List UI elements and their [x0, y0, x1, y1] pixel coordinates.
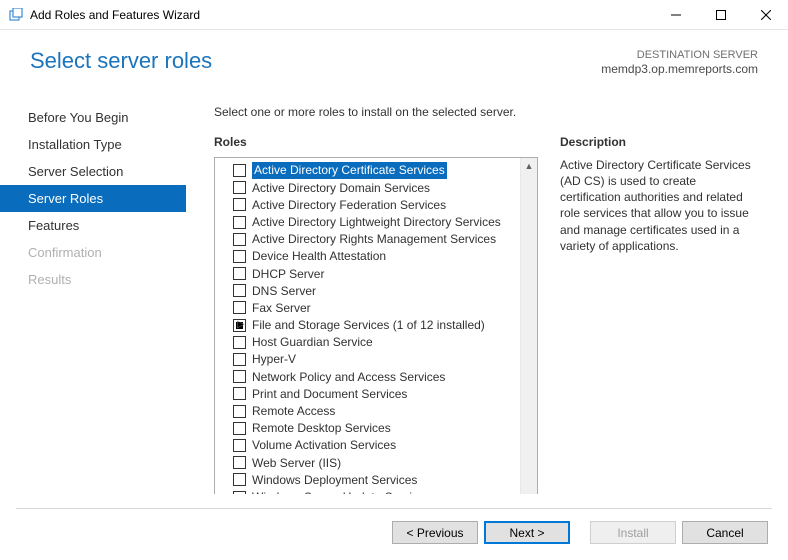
app-icon — [8, 7, 24, 23]
scroll-up-icon[interactable]: ▲ — [521, 158, 537, 175]
wizard-nav: Before You BeginInstallation TypeServer … — [0, 84, 186, 494]
role-label: Active Directory Domain Services — [252, 180, 430, 196]
role-label: Volume Activation Services — [252, 437, 396, 453]
role-item[interactable]: Web Server (IIS) — [233, 454, 520, 471]
role-checkbox[interactable] — [233, 198, 246, 211]
role-item[interactable]: ▷ File and Storage Services (1 of 12 inst… — [233, 317, 520, 334]
role-label: DNS Server — [252, 283, 316, 299]
role-checkbox[interactable] — [233, 456, 246, 469]
nav-item[interactable]: Server Selection — [0, 158, 186, 185]
title-bar: Add Roles and Features Wizard — [0, 0, 788, 30]
instruction-text: Select one or more roles to install on t… — [214, 105, 760, 119]
window-title: Add Roles and Features Wizard — [30, 8, 653, 22]
description-column: Description Active Directory Certificate… — [560, 135, 760, 494]
destination-info: DESTINATION SERVER memdp3.op.memreports.… — [601, 48, 758, 78]
role-label: Remote Desktop Services — [252, 420, 391, 436]
page-title: Select server roles — [30, 48, 212, 74]
role-label: Active Directory Lightweight Directory S… — [252, 214, 501, 230]
role-item[interactable]: Active Directory Federation Services — [233, 196, 520, 213]
nav-item[interactable]: Features — [0, 212, 186, 239]
minimize-button[interactable] — [653, 0, 698, 29]
role-label: Active Directory Rights Management Servi… — [252, 231, 496, 247]
role-checkbox[interactable] — [233, 422, 246, 435]
expand-icon[interactable]: ▷ — [237, 318, 245, 332]
description-header: Description — [560, 135, 760, 149]
role-checkbox[interactable] — [233, 491, 246, 494]
role-checkbox[interactable] — [233, 473, 246, 486]
roles-listbox[interactable]: Active Directory Certificate Services Act… — [214, 157, 538, 494]
role-checkbox[interactable] — [233, 164, 246, 177]
role-item[interactable]: Active Directory Lightweight Directory S… — [233, 213, 520, 230]
role-item[interactable]: Volume Activation Services — [233, 437, 520, 454]
role-item[interactable]: Hyper-V — [233, 351, 520, 368]
role-checkbox[interactable] — [233, 336, 246, 349]
role-checkbox[interactable] — [233, 267, 246, 280]
role-label: Remote Access — [252, 403, 335, 419]
destination-server: memdp3.op.memreports.com — [601, 62, 758, 78]
role-item[interactable]: DNS Server — [233, 282, 520, 299]
role-checkbox[interactable] — [233, 439, 246, 452]
role-label: Web Server (IIS) — [252, 455, 341, 471]
role-label: Windows Server Update Services — [252, 489, 431, 494]
role-item[interactable]: Active Directory Certificate Services — [233, 162, 520, 179]
roles-header: Roles — [214, 135, 538, 149]
wizard-footer: < Previous Next > Install Cancel — [16, 508, 772, 560]
wizard-body: Before You BeginInstallation TypeServer … — [0, 84, 788, 494]
role-label: Active Directory Federation Services — [252, 197, 446, 213]
role-label: Host Guardian Service — [252, 334, 373, 350]
scrollbar[interactable]: ▲ ▼ — [520, 158, 537, 494]
role-item[interactable]: Windows Server Update Services — [233, 488, 520, 494]
role-item[interactable]: DHCP Server — [233, 265, 520, 282]
role-item[interactable]: Host Guardian Service — [233, 334, 520, 351]
destination-label: DESTINATION SERVER — [601, 48, 758, 62]
role-checkbox[interactable] — [233, 216, 246, 229]
role-checkbox[interactable] — [233, 181, 246, 194]
description-text: Active Directory Certificate Services (A… — [560, 157, 760, 254]
role-item[interactable]: Fax Server — [233, 299, 520, 316]
scroll-down-icon[interactable]: ▼ — [521, 493, 537, 494]
role-label: Windows Deployment Services — [252, 472, 417, 488]
nav-item: Results — [0, 266, 186, 293]
maximize-button[interactable] — [698, 0, 743, 29]
role-label: Print and Document Services — [252, 386, 407, 402]
nav-item[interactable]: Server Roles — [0, 185, 186, 212]
nav-item[interactable]: Installation Type — [0, 131, 186, 158]
role-label: Network Policy and Access Services — [252, 369, 445, 385]
role-item[interactable]: Print and Document Services — [233, 385, 520, 402]
role-label: Device Health Attestation — [252, 248, 386, 264]
role-label: Fax Server — [252, 300, 311, 316]
role-checkbox[interactable] — [233, 387, 246, 400]
role-item[interactable]: Active Directory Domain Services — [233, 179, 520, 196]
nav-item[interactable]: Before You Begin — [0, 104, 186, 131]
role-checkbox[interactable] — [233, 405, 246, 418]
columns: Roles Active Directory Certificate Servi… — [214, 135, 760, 494]
role-item[interactable]: Remote Desktop Services — [233, 420, 520, 437]
role-checkbox[interactable] — [233, 370, 246, 383]
role-checkbox[interactable] — [233, 284, 246, 297]
role-item[interactable]: Windows Deployment Services — [233, 471, 520, 488]
previous-button[interactable]: < Previous — [392, 521, 478, 544]
role-item[interactable]: Active Directory Rights Management Servi… — [233, 231, 520, 248]
role-label: DHCP Server — [252, 266, 324, 282]
role-label: Active Directory Certificate Services — [252, 162, 447, 178]
role-checkbox[interactable] — [233, 353, 246, 366]
wizard-header: Select server roles DESTINATION SERVER m… — [0, 30, 788, 84]
role-checkbox[interactable] — [233, 250, 246, 263]
next-button[interactable]: Next > — [484, 521, 570, 544]
wizard-main: Select one or more roles to install on t… — [186, 84, 788, 494]
role-checkbox[interactable] — [233, 301, 246, 314]
role-item[interactable]: Network Policy and Access Services — [233, 368, 520, 385]
role-item[interactable]: Device Health Attestation — [233, 248, 520, 265]
close-button[interactable] — [743, 0, 788, 29]
role-item[interactable]: Remote Access — [233, 403, 520, 420]
role-label: Hyper-V — [252, 351, 296, 367]
role-checkbox[interactable] — [233, 233, 246, 246]
role-label: File and Storage Services (1 of 12 insta… — [252, 317, 485, 333]
roles-column: Roles Active Directory Certificate Servi… — [214, 135, 538, 494]
nav-item: Confirmation — [0, 239, 186, 266]
cancel-button[interactable]: Cancel — [682, 521, 768, 544]
wizard-content: Select server roles DESTINATION SERVER m… — [0, 30, 788, 560]
install-button: Install — [590, 521, 676, 544]
